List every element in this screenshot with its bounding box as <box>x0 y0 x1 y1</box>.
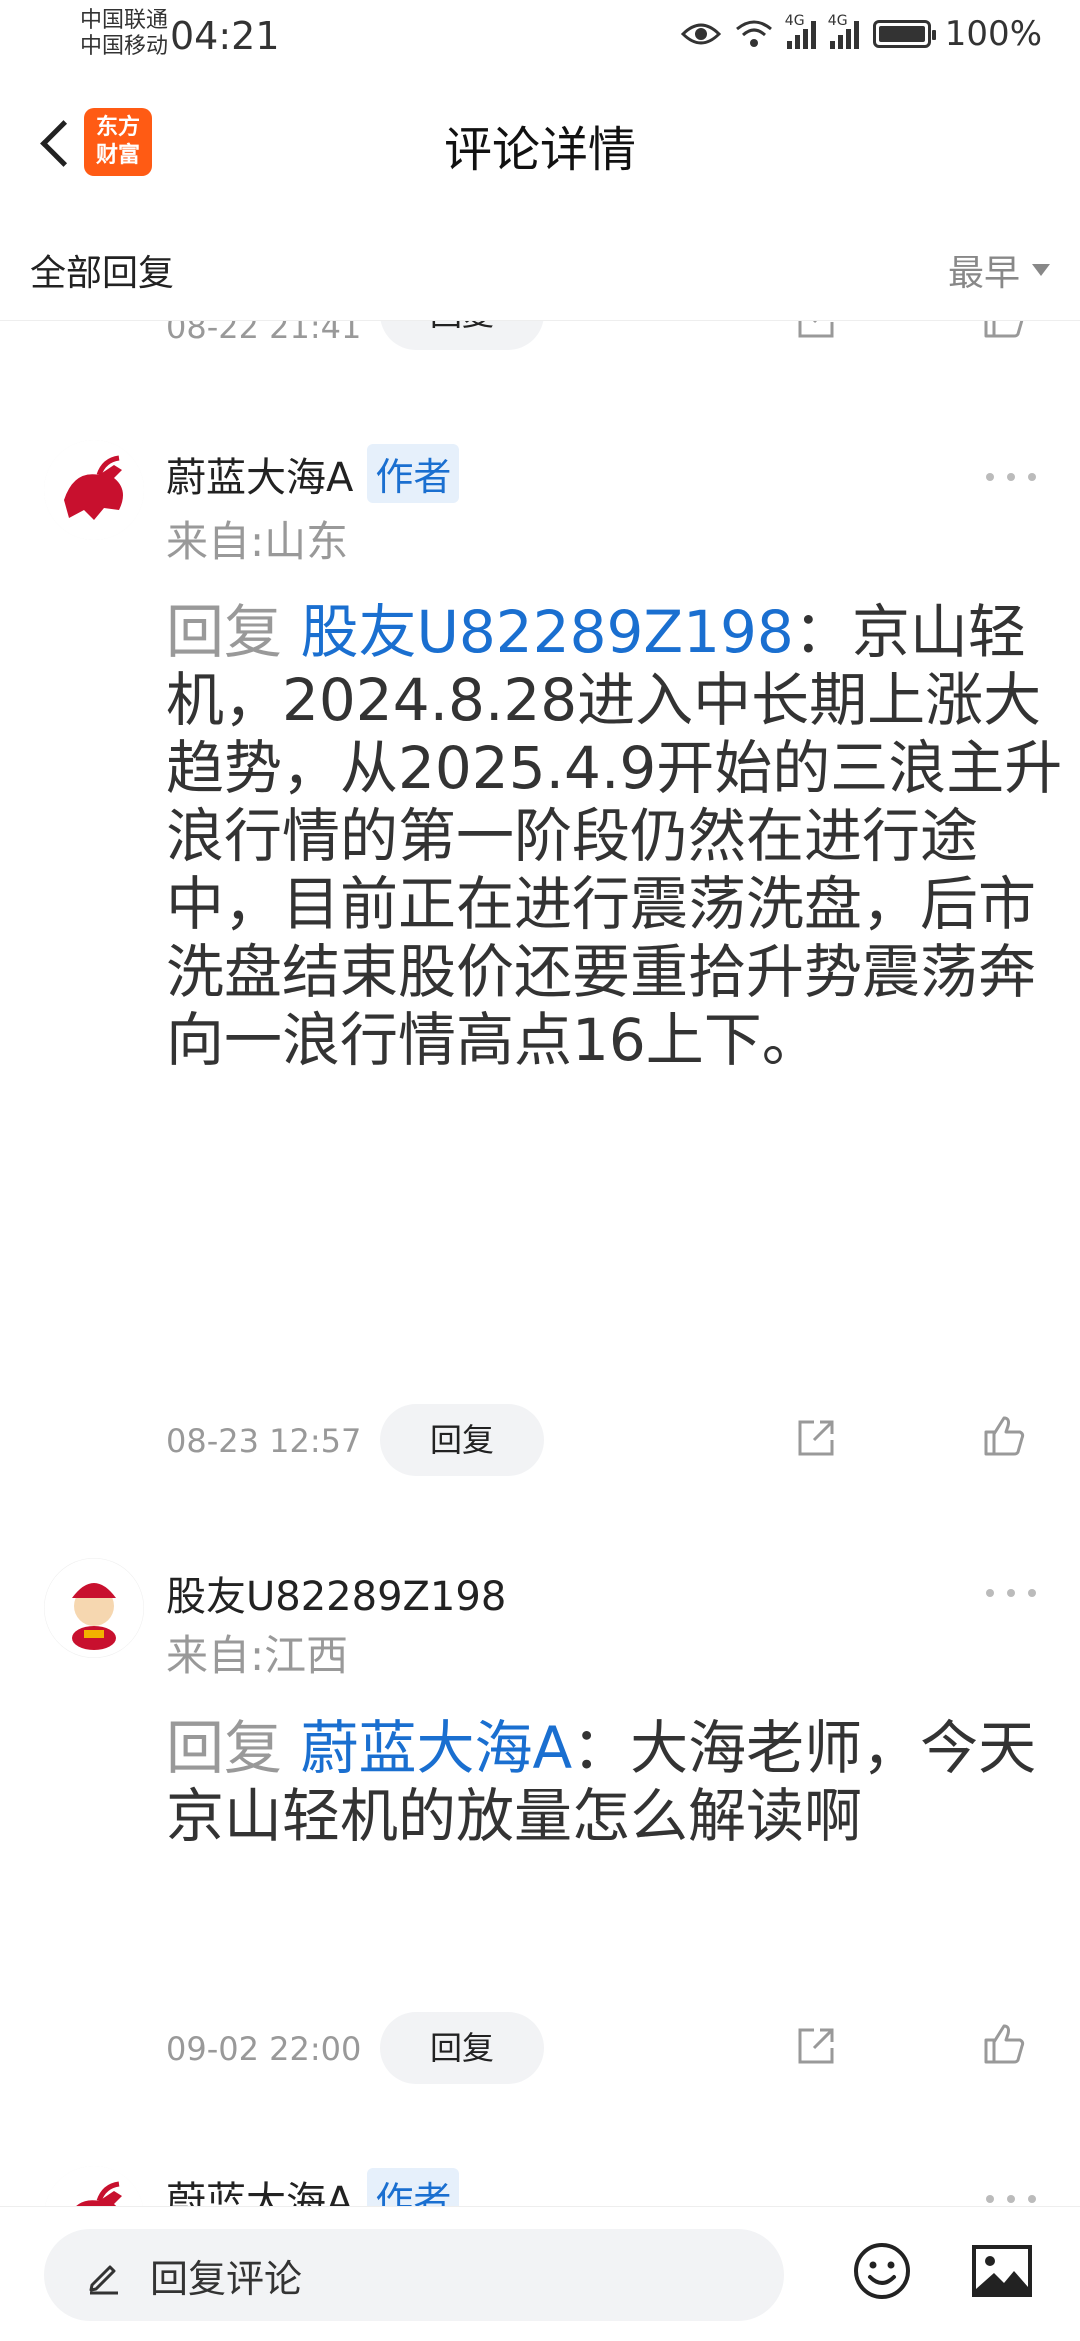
wifi-icon <box>735 20 772 47</box>
share-icon[interactable] <box>794 1416 838 1460</box>
bull-avatar-icon <box>44 440 144 540</box>
avatar[interactable] <box>44 1558 144 1658</box>
carrier-2: 中国移动 <box>80 34 169 59</box>
emoji-icon[interactable] <box>852 2241 912 2301</box>
author-tag: 作者 <box>367 444 460 503</box>
net-label-2: 4G <box>827 13 848 29</box>
thumbs-up-icon[interactable] <box>980 2020 1028 2068</box>
clock: 04:21 <box>170 14 280 58</box>
signal-1: 4G <box>785 13 816 49</box>
carrier-info: 中国联通 中国移动 <box>80 8 168 60</box>
thumbs-up-icon[interactable] <box>980 1412 1028 1460</box>
author-name[interactable]: 股友U82289Z198 <box>166 1564 506 1622</box>
sort-dropdown[interactable]: 最早 <box>948 244 1050 296</box>
reply-button[interactable]: 回复 <box>380 1404 544 1476</box>
carrier-1: 中国联通 <box>80 8 169 33</box>
triangle-down-icon <box>1032 264 1050 276</box>
comment-timestamp: 09-02 22:00 <box>166 2030 362 2068</box>
page-title: 评论详情 <box>443 122 636 178</box>
signal-2: 4G <box>828 13 859 49</box>
image-icon[interactable] <box>970 2243 1034 2299</box>
more-dots-icon[interactable] <box>986 470 1036 484</box>
more-dots-icon[interactable] <box>986 1586 1036 1600</box>
battery-percent: 100% <box>944 14 1042 54</box>
reply-button[interactable]: 回复 <box>380 2012 544 2084</box>
comment-body: 回复 股友U82289Z198：京山轻机，2024.8.28进入中长期上涨大趋势… <box>166 598 1076 1074</box>
net-label-1: 4G <box>784 13 805 29</box>
reply-target-user[interactable]: 股友U82289Z198 <box>300 598 793 666</box>
replies-subheader: 全部回复 最早 <box>0 206 1080 321</box>
avatar[interactable] <box>44 440 144 540</box>
eye-icon <box>680 23 721 45</box>
app-header: 东方 财富 评论详情 <box>0 80 1080 207</box>
location: 来自:山东 <box>166 517 349 566</box>
reply-target-user[interactable]: 蔚蓝大海A <box>300 1714 572 1782</box>
sort-label: 最早 <box>947 253 1020 294</box>
author-name[interactable]: 蔚蓝大海A <box>166 445 353 503</box>
comment-item: 蔚蓝大海A 作者 来自:山东 回复 股友U82289Z198：京山轻机，2024… <box>0 430 1080 1480</box>
share-icon[interactable] <box>794 2024 838 2068</box>
comment-timestamp: 08-23 12:57 <box>166 1422 362 1460</box>
pencil-icon <box>89 2265 118 2295</box>
status-icons: 4G 4G 100% <box>680 13 1042 54</box>
all-replies-label: 全部回复 <box>30 253 175 294</box>
reply-placeholder: 回复评论 <box>150 2256 303 2301</box>
author-row: 蔚蓝大海A 作者 <box>166 444 460 503</box>
reply-input[interactable]: 回复评论 <box>44 2229 784 2321</box>
comment-item: 股友U82289Z198 来自:江西 回复 蔚蓝大海A：大海老师，今天京山轻机的… <box>0 1550 1080 2110</box>
location: 来自:江西 <box>166 1631 349 1680</box>
status-bar: 中国联通 中国移动 04:21 4G 4G 100% <box>0 0 1080 76</box>
comment-text: ：京山轻机，2024.8.28进入中长期上涨大趋势，从2025.4.9开始的三浪… <box>166 598 1063 1074</box>
comment-body: 回复 蔚蓝大海A：大海老师，今天京山轻机的放量怎么解读啊 <box>166 1714 1076 1850</box>
fortune-god-avatar-icon <box>44 1558 144 1658</box>
battery-icon <box>872 20 936 48</box>
reply-prefix: 回复 <box>166 598 301 666</box>
bottom-reply-bar: 回复评论 <box>0 2206 1080 2341</box>
reply-prefix: 回复 <box>166 1714 301 1782</box>
more-dots-icon[interactable] <box>986 2192 1036 2206</box>
